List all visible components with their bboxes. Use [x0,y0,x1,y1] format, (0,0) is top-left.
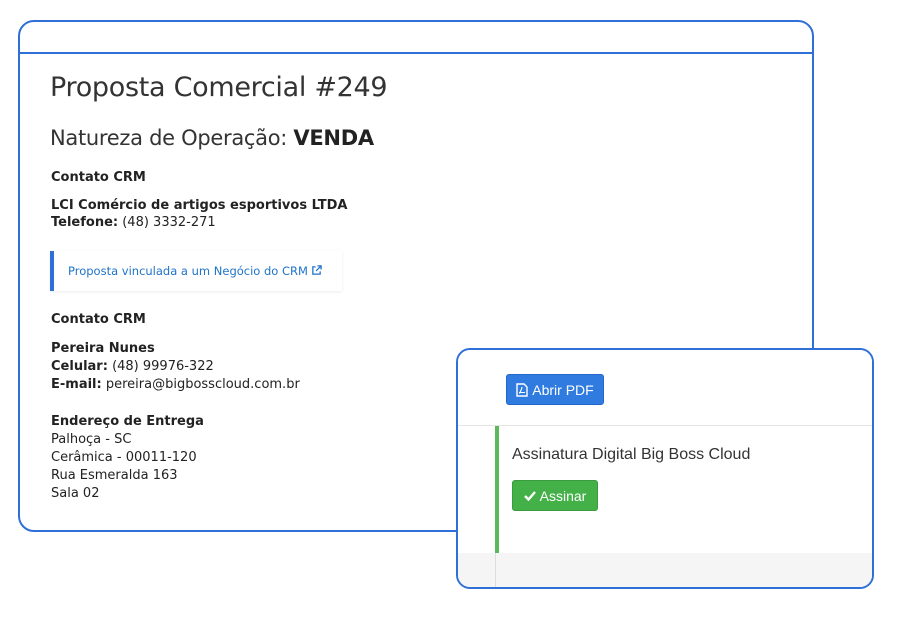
operation-nature: Natureza de Operação: VENDA [50,126,374,150]
external-link-icon[interactable] [311,265,322,279]
company-name: LCI Comércio de artigos esportivos LTDA [51,198,348,213]
crm-deal-link[interactable]: Proposta vinculada a um Negócio do CRM [68,264,322,279]
email-label: E-mail: [51,377,102,392]
footer-divider [495,553,496,587]
contact-heading: Contato CRM [51,170,146,185]
card-header-bar [20,22,812,54]
operation-nature-value: VENDA [293,126,374,150]
popup-footer [458,553,872,587]
page-title: Proposta Comercial #249 [50,72,388,103]
phone-value: (48) 3332-271 [122,215,216,230]
phone-row: Telefone: (48) 3332-271 [51,215,216,230]
contact-name: Pereira Nunes [51,341,155,356]
operation-nature-label: Natureza de Operação: [50,126,288,150]
crm-link-alert: Proposta vinculada a um Negócio do CRM [50,251,342,291]
delivery-line-1: Palhoça - SC [51,432,132,447]
popup-toolbar: Abrir PDF [458,350,872,426]
signature-panel: Assinatura Digital Big Boss Cloud Assina… [495,426,872,554]
cell-row: Celular: (48) 99976-322 [51,359,214,374]
signature-popup: Abrir PDF Assinatura Digital Big Boss Cl… [456,348,874,589]
delivery-line-3: Rua Esmeralda 163 [51,468,178,483]
phone-label: Telefone: [51,215,119,230]
delivery-heading: Endereço de Entrega [51,414,204,429]
email-row: E-mail: pereira@bigbosscloud.com.br [51,377,300,392]
sign-button[interactable]: Assinar [512,480,598,511]
cell-label: Celular: [51,359,108,374]
check-icon [523,491,536,501]
email-value: pereira@bigbosscloud.com.br [105,377,300,392]
crm-deal-link-text[interactable]: Proposta vinculada a um Negócio do CRM [68,264,308,278]
delivery-line-4: Sala 02 [51,486,100,501]
delivery-line-2: Cerâmica - 00011-120 [51,450,197,465]
cell-value: (48) 99976-322 [112,359,214,374]
sign-button-label[interactable]: Assinar [540,488,587,504]
pdf-file-icon [516,382,528,397]
open-pdf-button[interactable]: Abrir PDF [506,374,604,405]
signature-title: Assinatura Digital Big Boss Cloud [512,446,751,463]
contact-heading-2: Contato CRM [51,312,146,327]
open-pdf-label[interactable]: Abrir PDF [532,382,593,398]
